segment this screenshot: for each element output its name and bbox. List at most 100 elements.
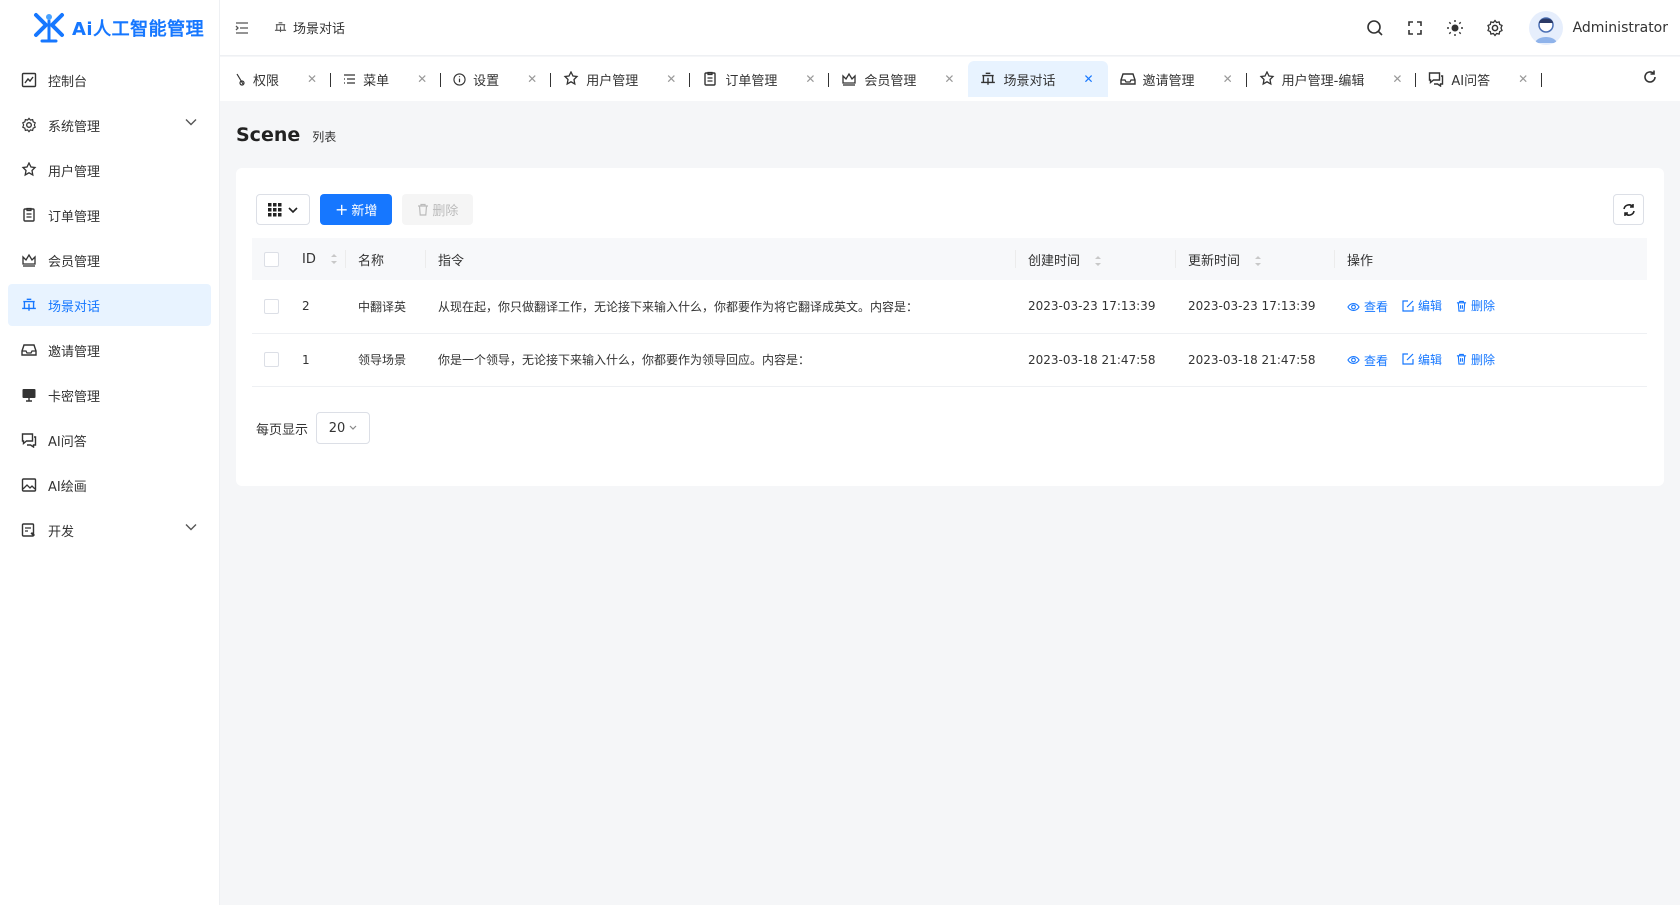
- col-header-id[interactable]: ID: [290, 238, 346, 280]
- close-icon[interactable]: ✕: [805, 72, 815, 86]
- tab[interactable]: AI问答 ✕: [1416, 61, 1543, 97]
- close-icon[interactable]: ✕: [527, 72, 537, 86]
- tab-label: 订单管理: [725, 73, 778, 89]
- menu-fold-icon: [235, 21, 248, 34]
- user-icon: [563, 71, 579, 87]
- sidebar-item-label: 订单管理: [48, 209, 101, 225]
- page-size-select[interactable]: 20: [316, 412, 371, 444]
- trash-icon: [1456, 353, 1467, 365]
- eye-icon: [1347, 355, 1360, 365]
- add-button[interactable]: + 新增: [320, 194, 393, 225]
- chat-icon: [1428, 71, 1444, 87]
- edit-icon: [1402, 300, 1414, 312]
- tab-label: 邀请管理: [1142, 73, 1195, 89]
- tab[interactable]: 设置 ✕: [441, 61, 552, 97]
- tab[interactable]: 用户管理-编辑 ✕: [1247, 61, 1417, 97]
- sidebar-item-label: 用户管理: [48, 164, 101, 180]
- user-icon: [20, 161, 38, 179]
- edit-link[interactable]: 编辑: [1402, 351, 1442, 368]
- sidebar-item[interactable]: AI问答: [8, 419, 211, 461]
- cell-updated: 2023-03-18 21:47:58: [1188, 352, 1316, 367]
- fullscreen-button[interactable]: [1395, 8, 1435, 48]
- tab[interactable]: 用户管理 ✕: [551, 61, 691, 97]
- sidebar-item[interactable]: 邀请管理: [8, 329, 211, 371]
- select-all-checkbox[interactable]: [264, 251, 279, 267]
- info-icon: [453, 72, 466, 86]
- settings-button[interactable]: [1475, 8, 1515, 48]
- collapse-sidebar-button[interactable]: [232, 18, 252, 38]
- row-select-cell: [252, 333, 290, 386]
- tab-bar: 权限 ✕ 菜单 ✕ 设置 ✕ 用户管理 ✕ 订单管理 ✕ 会员管理 ✕ 场景对话 ✕ 邀请管理 ✕ 用户管理-编…: [220, 57, 1680, 101]
- select-all-cell: [252, 238, 290, 280]
- col-header-created[interactable]: 创建时间: [1016, 238, 1176, 280]
- tab[interactable]: 邀请管理 ✕: [1108, 61, 1247, 97]
- cell-id: 2: [302, 299, 310, 314]
- sidebar-item[interactable]: 控制台: [8, 59, 211, 101]
- sidebar-item[interactable]: 订单管理: [8, 194, 211, 236]
- monitor-icon: [20, 386, 38, 404]
- col-header-updated[interactable]: 更新时间: [1176, 238, 1335, 280]
- tab[interactable]: 权限 ✕: [220, 61, 332, 97]
- delete-button[interactable]: 删除: [402, 194, 474, 225]
- sidebar-item[interactable]: 会员管理: [8, 239, 211, 281]
- delete-link[interactable]: 删除: [1456, 351, 1495, 368]
- sidebar-item[interactable]: 用户管理: [8, 149, 211, 191]
- sidebar-item[interactable]: AI绘画: [8, 464, 211, 506]
- page-size-value: 20: [328, 420, 346, 436]
- delete-link[interactable]: 删除: [1456, 297, 1495, 314]
- sort-icon: [1095, 256, 1102, 266]
- avatar[interactable]: [1528, 11, 1563, 45]
- tab-label: 设置: [473, 73, 500, 89]
- sidebar-item-label: 卡密管理: [48, 389, 101, 405]
- page-title-sub: 列表: [312, 130, 337, 144]
- eye-icon: [1347, 302, 1360, 311]
- scene-icon: [274, 22, 287, 33]
- chat-icon: [20, 431, 38, 449]
- grid-icon: [268, 202, 282, 216]
- close-icon[interactable]: ✕: [417, 72, 427, 86]
- sidebar-item[interactable]: 开发: [8, 509, 211, 551]
- row-checkbox[interactable]: [264, 352, 279, 367]
- theme-toggle-button[interactable]: [1435, 8, 1475, 48]
- tab-label: 场景对话: [1003, 73, 1056, 89]
- col-header-instruction: 指令: [426, 238, 1016, 280]
- sidebar-item-label: 开发: [48, 524, 75, 540]
- edit-link[interactable]: 编辑: [1402, 297, 1442, 314]
- logo[interactable]: Ai人工智能管理: [0, 0, 219, 56]
- sync-icon: [1622, 203, 1635, 216]
- close-icon[interactable]: ✕: [1392, 72, 1402, 86]
- scene-table: ID 名称 指令 创建时间 更新时间 操作 2 中翻译英 从现在起，你只做翻译工作，…: [252, 238, 1647, 387]
- table-body: 2 中翻译英 从现在起，你只做翻译工作，无论接下来输入什么，你都要作为将它翻译成英文…: [252, 280, 1647, 386]
- close-icon[interactable]: ✕: [307, 72, 317, 86]
- cell-name: 中翻译英: [358, 299, 407, 314]
- tab-label: 权限: [253, 73, 280, 89]
- tab[interactable]: 会员管理 ✕: [829, 61, 968, 97]
- tab[interactable]: 菜单 ✕: [331, 61, 442, 97]
- row-select-cell: [252, 280, 290, 333]
- cell-created: 2023-03-23 17:13:39: [1028, 299, 1156, 314]
- close-icon[interactable]: ✕: [1083, 72, 1093, 86]
- close-icon[interactable]: ✕: [1223, 72, 1233, 86]
- sidebar-item[interactable]: 卡密管理: [8, 374, 211, 416]
- view-link[interactable]: 查看: [1347, 352, 1388, 369]
- cell-instruction: 从现在起，你只做翻译工作，无论接下来输入什么，你都要作为将它翻译成英文。内容是：: [438, 299, 919, 314]
- view-link[interactable]: 查看: [1347, 298, 1388, 315]
- tab[interactable]: 订单管理 ✕: [690, 61, 830, 97]
- col-header-name: 名称: [346, 238, 426, 280]
- plus-icon: +: [335, 199, 349, 219]
- close-icon[interactable]: ✕: [1518, 72, 1528, 86]
- tab[interactable]: 场景对话 ✕: [968, 61, 1108, 97]
- refresh-page-button[interactable]: [1638, 65, 1662, 89]
- search-button[interactable]: [1355, 8, 1395, 48]
- sidebar-item[interactable]: 系统管理: [8, 104, 211, 146]
- row-checkbox[interactable]: [264, 298, 279, 314]
- sort-icon: [1255, 256, 1262, 266]
- sidebar-item[interactable]: 场景对话: [8, 284, 211, 326]
- close-icon[interactable]: ✕: [666, 72, 676, 86]
- table-refresh-button[interactable]: [1613, 194, 1644, 225]
- close-icon[interactable]: ✕: [944, 72, 954, 86]
- pagination: 每页显示 20: [256, 412, 371, 444]
- column-settings-button[interactable]: [256, 194, 310, 225]
- username[interactable]: Administrator: [1573, 20, 1668, 36]
- sidebar-menu: 控制台 系统管理用户管理订单管理会员管理 场景对话 邀请管理卡密管理 AI问答 AI绘画开…: [0, 59, 219, 551]
